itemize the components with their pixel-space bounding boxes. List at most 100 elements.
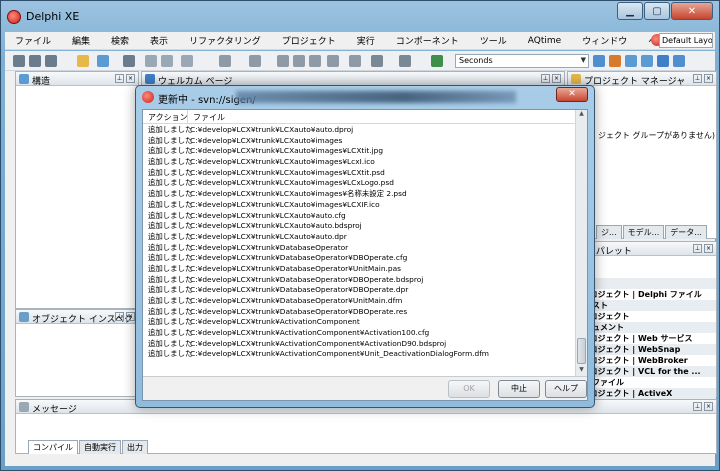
vertical-scrollbar[interactable]: ▲ ▼ xyxy=(575,110,587,376)
forward-icon[interactable] xyxy=(399,55,411,67)
close-icon[interactable]: × xyxy=(704,244,713,253)
tab-autorun[interactable]: 自動実行 xyxy=(79,440,121,454)
list-item[interactable]: 追加しました C:¥develop¥LCX¥trunk¥LCXauto¥image… xyxy=(143,178,575,189)
menu-refactor[interactable]: リファクタリング xyxy=(179,34,272,47)
menu-view[interactable]: 表示 xyxy=(140,34,179,47)
help-icon[interactable] xyxy=(657,55,669,67)
blue-icon[interactable] xyxy=(673,55,685,67)
ok-button[interactable]: OK xyxy=(448,380,490,398)
close-icon[interactable]: × xyxy=(126,312,135,321)
tab-output[interactable]: 出力 xyxy=(122,440,148,454)
list-item[interactable]: 追加しました C:¥develop¥LCX¥trunk¥ActivationCom… xyxy=(143,317,575,328)
menu-component[interactable]: コンポーネント xyxy=(386,34,470,47)
list-item[interactable]: 追加しました C:¥develop¥LCX¥trunk¥LCXauto¥image… xyxy=(143,189,575,200)
pin-icon[interactable]: ⊥ xyxy=(115,312,124,321)
trace-into-icon[interactable] xyxy=(327,55,339,67)
step-icon[interactable] xyxy=(249,55,261,67)
list-item[interactable]: 追加しました C:¥develop¥LCX¥trunk¥DatabaseOpera… xyxy=(143,264,575,275)
update-file-list[interactable]: アクション ファイル 追加しました C:¥develop¥LCX¥trunk¥LC… xyxy=(143,110,587,377)
stop-icon[interactable] xyxy=(293,55,305,67)
close-icon[interactable]: × xyxy=(126,74,135,83)
column-file[interactable]: ファイル xyxy=(188,110,328,123)
list-item[interactable]: 追加しました C:¥develop¥LCX¥trunk¥DatabaseOpera… xyxy=(143,275,575,286)
cut-icon[interactable] xyxy=(145,55,157,67)
list-item[interactable]: 追加しました C:¥develop¥LCX¥trunk¥LCXauto¥auto.… xyxy=(143,221,575,232)
layout-select[interactable]: Default Layout xyxy=(659,33,713,48)
list-item[interactable]: 追加しました C:¥develop¥LCX¥trunk¥LCXauto¥auto.… xyxy=(143,232,575,243)
list-item[interactable]: 追加しました C:¥develop¥LCX¥trunk¥DatabaseOpera… xyxy=(143,253,575,264)
minimize-button[interactable]: ▁ xyxy=(617,2,643,20)
settings-icon[interactable] xyxy=(641,55,653,67)
tab-data[interactable]: データ... xyxy=(665,225,707,239)
list-item[interactable]: 追加しました C:¥develop¥LCX¥trunk¥DatabaseOpera… xyxy=(143,285,575,296)
open-icon[interactable] xyxy=(29,55,41,67)
back-icon[interactable] xyxy=(371,55,383,67)
tab-project[interactable]: ジ... xyxy=(596,225,622,239)
list-item[interactable]: 追加しました C:¥develop¥LCX¥trunk¥LCXauto¥auto.… xyxy=(143,125,575,136)
pause-icon[interactable] xyxy=(277,55,289,67)
menu-aqtime[interactable]: AQtime xyxy=(518,36,572,46)
open-project-icon[interactable] xyxy=(97,55,109,67)
trace-over-icon[interactable] xyxy=(349,55,361,67)
window-controls: ▁ ▢ ✕ xyxy=(616,2,713,20)
row-file: C:¥develop¥LCX¥trunk¥DatabaseOperator¥Un… xyxy=(190,296,403,305)
aqtime-icon[interactable] xyxy=(593,55,605,67)
row-action: 追加しました xyxy=(148,146,193,156)
close-button[interactable]: ✕ xyxy=(671,2,713,20)
list-item[interactable]: 追加しました C:¥develop¥LCX¥trunk¥ActivationCom… xyxy=(143,328,575,339)
close-icon[interactable]: × xyxy=(704,74,713,83)
pin-icon[interactable]: ⊥ xyxy=(693,402,702,411)
new-unit-icon[interactable] xyxy=(77,55,89,67)
pin-icon[interactable]: ⊥ xyxy=(693,74,702,83)
object-inspector-header: オブジェクト インスペクタ ⊥ × xyxy=(16,310,142,325)
row-action: 追加しました xyxy=(148,157,193,167)
help-button[interactable]: ヘルプ xyxy=(545,380,587,398)
report-icon[interactable] xyxy=(625,55,637,67)
menu-run[interactable]: 実行 xyxy=(347,34,386,47)
save-all-icon[interactable] xyxy=(123,55,135,67)
list-item[interactable]: 追加しました C:¥develop¥LCX¥trunk¥LCXauto¥auto.… xyxy=(143,211,575,222)
list-item[interactable]: 追加しました C:¥develop¥LCX¥trunk¥DatabaseOpera… xyxy=(143,296,575,307)
time-unit-combo[interactable]: Seconds ▼ xyxy=(455,54,589,68)
row-action: 追加しました xyxy=(148,253,193,263)
new-icon[interactable] xyxy=(13,55,25,67)
close-icon[interactable]: × xyxy=(552,74,561,83)
list-item[interactable]: 追加しました C:¥develop¥LCX¥trunk¥DatabaseOpera… xyxy=(143,243,575,254)
scroll-down-icon[interactable]: ▼ xyxy=(577,366,586,376)
close-icon[interactable]: × xyxy=(704,402,713,411)
chevron-down-icon: ▼ xyxy=(580,56,586,64)
list-item[interactable]: 追加しました C:¥develop¥LCX¥trunk¥ActivationCom… xyxy=(143,339,575,350)
menu-tools[interactable]: ツール xyxy=(470,34,518,47)
maximize-button[interactable]: ▢ xyxy=(644,2,670,20)
scroll-thumb[interactable] xyxy=(577,338,586,364)
copy-icon[interactable] xyxy=(161,55,173,67)
profile-icon[interactable] xyxy=(609,55,621,67)
list-item[interactable]: 追加しました C:¥develop¥LCX¥trunk¥LCXauto¥image… xyxy=(143,168,575,179)
menu-window[interactable]: ウィンドウ xyxy=(572,34,638,47)
menu-search[interactable]: 検索 xyxy=(101,34,140,47)
list-item[interactable]: 追加しました C:¥develop¥LCX¥trunk¥DatabaseOpera… xyxy=(143,307,575,318)
list-item[interactable]: 追加しました C:¥develop¥LCX¥trunk¥LCXauto¥image… xyxy=(143,200,575,211)
list-item[interactable]: 追加しました C:¥develop¥LCX¥trunk¥LCXauto¥image… xyxy=(143,157,575,168)
book-icon[interactable] xyxy=(431,55,443,67)
list-item[interactable]: 追加しました C:¥develop¥LCX¥trunk¥ActivationCom… xyxy=(143,349,575,360)
pin-icon[interactable]: ⊥ xyxy=(541,74,550,83)
pin-icon[interactable]: ⊥ xyxy=(693,244,702,253)
menu-file[interactable]: ファイル xyxy=(5,34,62,47)
abort-button[interactable]: 中止 xyxy=(498,380,540,398)
tab-compile[interactable]: コンパイル xyxy=(28,440,78,454)
tab-model[interactable]: モデル... xyxy=(622,225,665,239)
row-file: C:¥develop¥LCX¥trunk¥ActivationComponent… xyxy=(190,349,489,359)
trace-icon[interactable] xyxy=(309,55,321,67)
dialog-close-button[interactable]: ✕ xyxy=(556,87,588,102)
scroll-up-icon[interactable]: ▲ xyxy=(577,110,586,120)
menu-project[interactable]: プロジェクト xyxy=(272,34,347,47)
pin-icon[interactable]: ⊥ xyxy=(115,74,124,83)
list-item[interactable]: 追加しました C:¥develop¥LCX¥trunk¥LCXauto¥image… xyxy=(143,136,575,147)
run-icon[interactable] xyxy=(219,55,231,67)
column-action[interactable]: アクション xyxy=(143,110,188,123)
list-item[interactable]: 追加しました C:¥develop¥LCX¥trunk¥LCXauto¥image… xyxy=(143,146,575,157)
paste-icon[interactable] xyxy=(181,55,193,67)
menu-edit[interactable]: 編集 xyxy=(62,34,101,47)
save-icon[interactable] xyxy=(45,55,57,67)
